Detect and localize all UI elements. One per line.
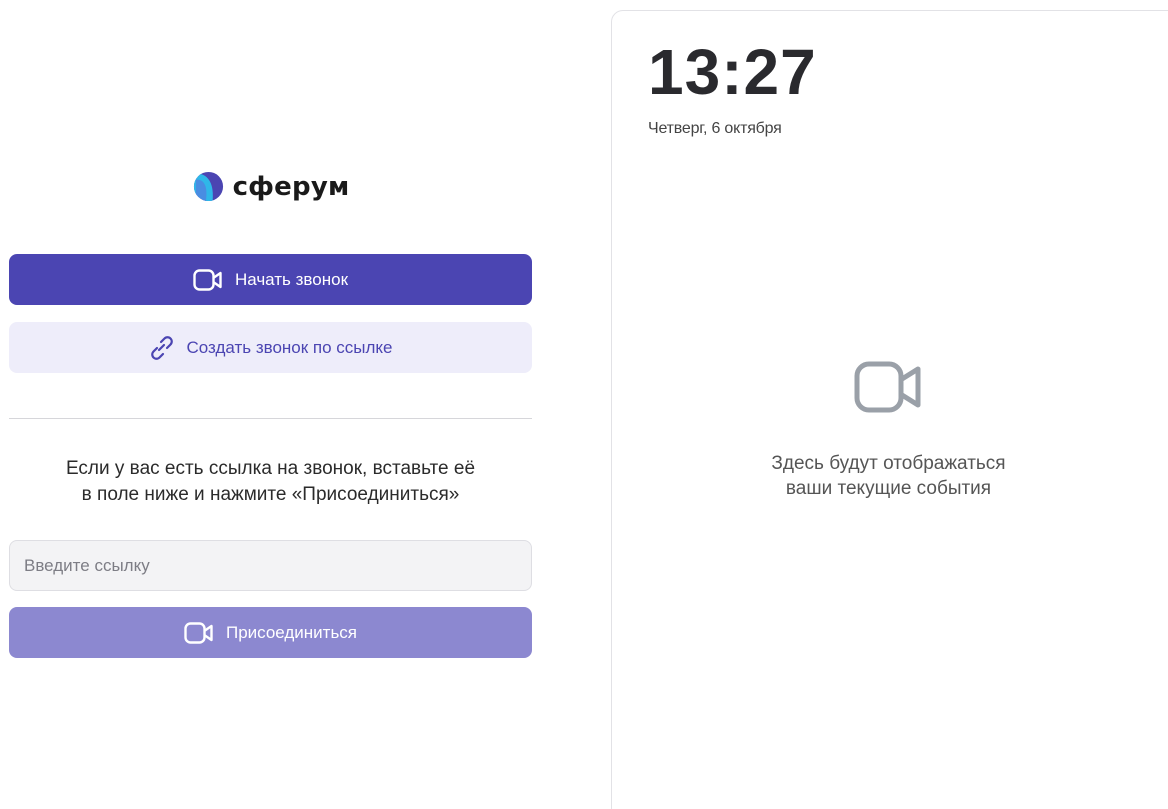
- events-empty-line-2: ваши текущие события: [785, 478, 992, 499]
- page: сферум Начать звонок Создать звонок по с…: [0, 0, 1168, 809]
- brand-name: сферум: [232, 171, 350, 202]
- sferum-sphere-icon: [193, 171, 223, 202]
- join-hint: Если у вас есть ссылка на звонок, вставь…: [9, 456, 532, 508]
- create-link-call-button[interactable]: Создать звонок по ссылке: [9, 322, 532, 373]
- create-link-call-label: Создать звонок по ссылке: [186, 337, 393, 357]
- events-panel: 13:27 Четверг, 6 октября Здесь будут ото…: [611, 10, 1168, 809]
- call-link-input[interactable]: [9, 540, 532, 591]
- events-empty-state: Здесь будут отображаться ваши текущие со…: [612, 361, 1165, 501]
- join-hint-line-1: Если у вас есть ссылка на звонок, вставь…: [65, 458, 476, 479]
- link-icon: [151, 335, 174, 360]
- video-camera-icon: [184, 621, 213, 644]
- events-empty-text: Здесь будут отображаться ваши текущие со…: [771, 451, 1005, 501]
- join-label: Присоединиться: [225, 622, 358, 642]
- start-call-label: Начать звонок: [234, 269, 349, 289]
- video-camera-icon: [854, 361, 920, 413]
- current-time: 13:27: [648, 36, 817, 108]
- start-call-button[interactable]: Начать звонок: [9, 254, 532, 305]
- current-date: Четверг, 6 октября: [648, 120, 782, 137]
- video-camera-icon: [193, 268, 222, 291]
- divider: [9, 418, 532, 419]
- logo: сферум: [9, 170, 532, 203]
- join-button[interactable]: Присоединиться: [9, 607, 532, 658]
- call-controls: сферум Начать звонок Создать звонок по с…: [9, 0, 532, 809]
- events-empty-line-1: Здесь будут отображаться: [771, 453, 1006, 474]
- join-hint-line-2: в поле ниже и нажмите «Присоединиться»: [81, 484, 460, 505]
